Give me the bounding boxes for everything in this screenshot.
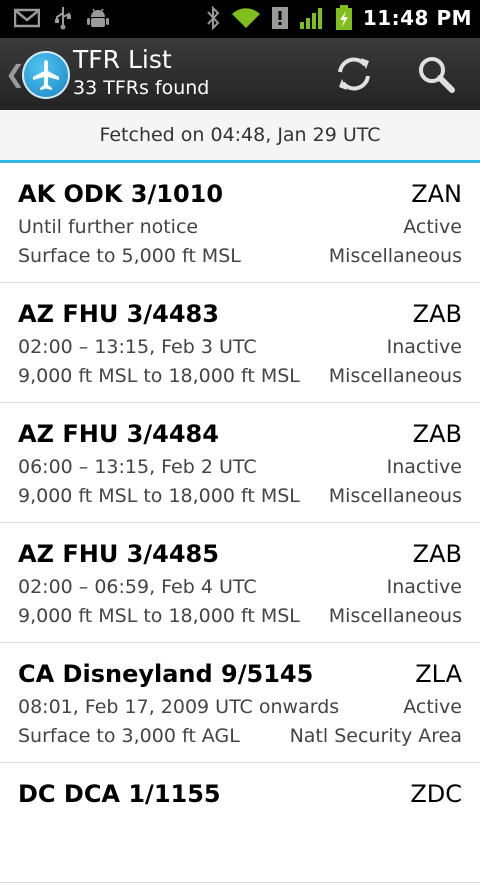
tfr-type: Miscellaneous <box>328 365 462 387</box>
tfr-name: AZ FHU 3/4485 <box>18 540 219 568</box>
action-bar: ❮ TFR List 33 TFRs found <box>0 38 480 112</box>
search-icon <box>419 57 455 93</box>
status-bar: 11:48 PM <box>0 0 480 38</box>
refresh-button[interactable] <box>330 50 378 98</box>
page-title: TFR List <box>73 45 172 74</box>
tfr-time: 08:01, Feb 17, 2009 UTC onwards <box>18 696 340 718</box>
tfr-center: ZAB <box>412 300 462 328</box>
tfr-type: Miscellaneous <box>328 485 462 507</box>
tfr-row[interactable]: AZ FHU 3/4484 ZAB 06:00 – 13:15, Feb 2 U… <box>0 403 480 523</box>
tfr-type: Miscellaneous <box>328 245 462 267</box>
bluetooth-icon <box>207 5 220 31</box>
tfr-row[interactable]: AZ FHU 3/4485 ZAB 02:00 – 06:59, Feb 4 U… <box>0 523 480 643</box>
airplane-logo-icon[interactable] <box>22 51 70 99</box>
tfr-status: Inactive <box>386 576 462 598</box>
tfr-status: Active <box>403 216 462 238</box>
tfr-type: Miscellaneous <box>328 605 462 627</box>
system-icons: 11:48 PM <box>205 5 472 31</box>
tfr-time: Until further notice <box>18 216 199 238</box>
tfr-row[interactable]: DC DCA 1/1155 ZDC <box>0 763 480 883</box>
tfr-count: 33 TFRs found <box>73 77 210 99</box>
tfr-name: CA Disneyland 9/5145 <box>18 660 314 688</box>
tfr-altitude: 9,000 ft MSL to 18,000 ft MSL <box>18 605 300 627</box>
tfr-type: Natl Security Area <box>289 725 462 747</box>
tfr-row[interactable]: CA Disneyland 9/5145 ZLA 08:01, Feb 17, … <box>0 643 480 763</box>
clock: 11:48 PM <box>362 6 472 30</box>
wifi-icon <box>231 8 260 28</box>
tfr-name: AZ FHU 3/4484 <box>18 420 219 448</box>
android-debug-icon <box>87 8 109 27</box>
tfr-status: Inactive <box>386 456 462 478</box>
tfr-center: ZLA <box>415 660 462 688</box>
tfr-center: ZAN <box>411 180 462 208</box>
tfr-time: 02:00 – 13:15, Feb 3 UTC <box>18 336 257 358</box>
signal-icon <box>299 8 322 29</box>
tfr-status: Inactive <box>386 336 462 358</box>
gmail-icon <box>14 8 40 28</box>
tfr-list[interactable]: AK ODK 3/1010 ZAN Until further notice A… <box>0 163 480 883</box>
tfr-altitude: Surface to 5,000 ft MSL <box>18 245 241 267</box>
tfr-row[interactable]: AZ FHU 3/4483 ZAB 02:00 – 13:15, Feb 3 U… <box>0 283 480 403</box>
tfr-status: Active <box>403 696 462 718</box>
tfr-center: ZAB <box>412 540 462 568</box>
tfr-name: DC DCA 1/1155 <box>18 780 221 808</box>
tfr-time: 06:00 – 13:15, Feb 2 UTC <box>18 456 257 478</box>
tfr-center: ZAB <box>412 420 462 448</box>
tfr-center: ZDC <box>410 780 462 808</box>
refresh-icon <box>338 57 370 91</box>
usb-icon <box>55 7 71 30</box>
notification-icons <box>14 6 110 30</box>
search-button[interactable] <box>412 50 460 98</box>
tfr-time: 02:00 – 06:59, Feb 4 UTC <box>18 576 257 598</box>
fetched-timestamp: Fetched on 04:48, Jan 29 UTC <box>0 110 480 163</box>
battery-charging-icon <box>335 5 352 30</box>
alert-icon <box>271 7 288 29</box>
tfr-altitude: Surface to 3,000 ft AGL <box>18 725 240 747</box>
tfr-name: AK ODK 3/1010 <box>18 180 224 208</box>
tfr-altitude: 9,000 ft MSL to 18,000 ft MSL <box>18 485 300 507</box>
tfr-row[interactable]: AK ODK 3/1010 ZAN Until further notice A… <box>0 163 480 283</box>
tfr-name: AZ FHU 3/4483 <box>18 300 219 328</box>
tfr-altitude: 9,000 ft MSL to 18,000 ft MSL <box>18 365 300 387</box>
